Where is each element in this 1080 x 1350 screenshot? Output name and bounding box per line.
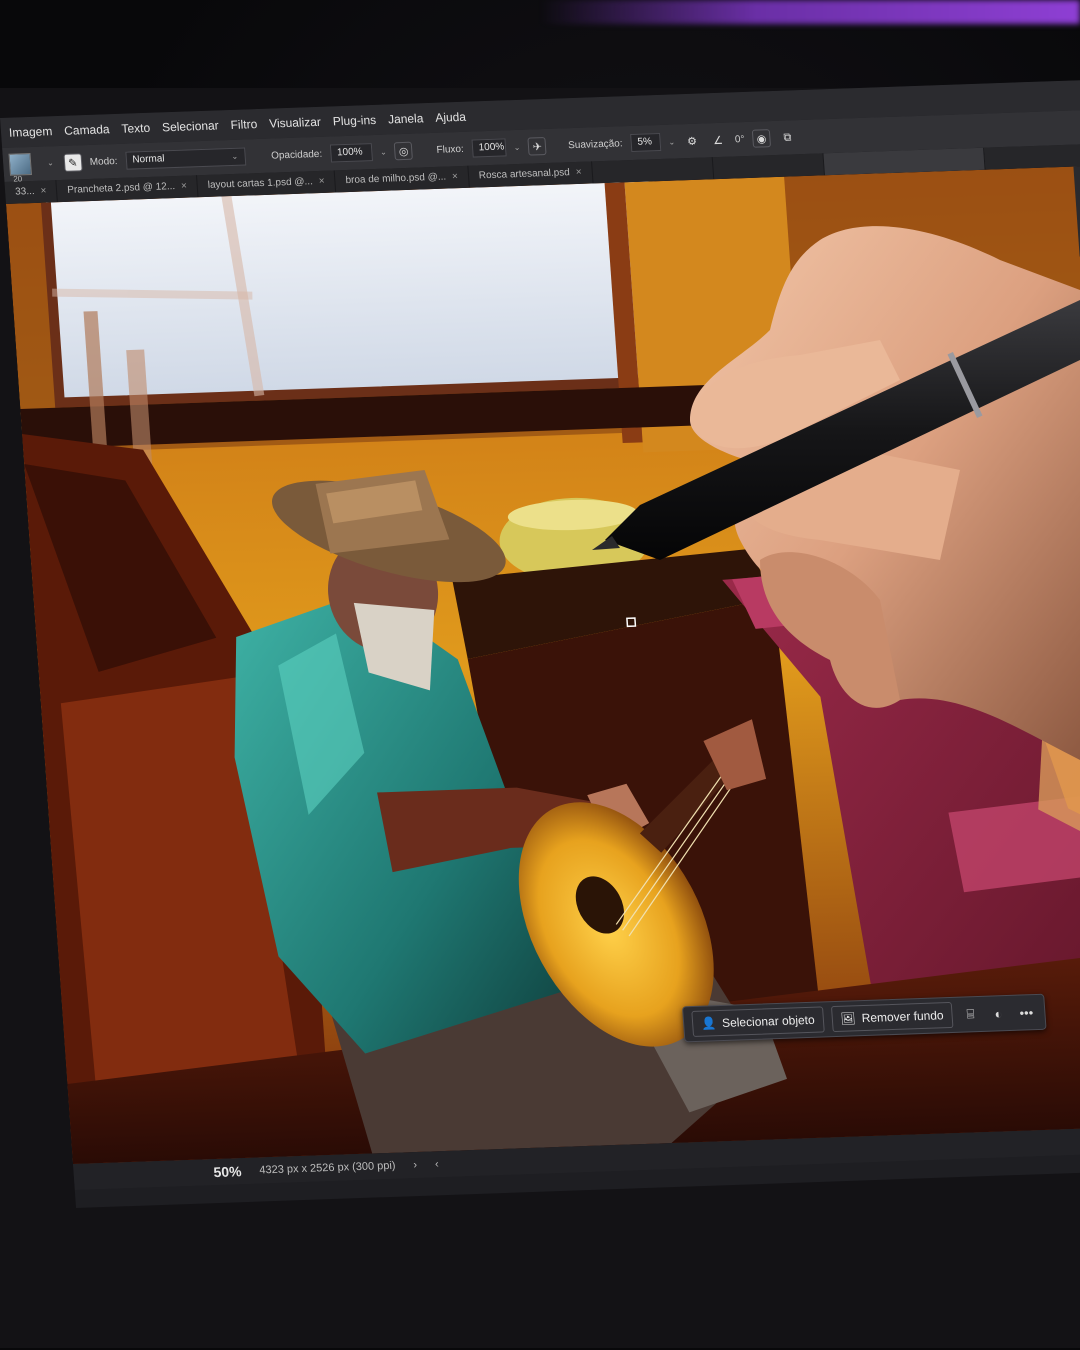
mode-dropdown[interactable]: Normal ⌄ <box>124 147 246 170</box>
brush-angle-button[interactable]: ∠ <box>708 131 727 150</box>
close-icon[interactable]: × <box>180 176 188 198</box>
pressure-opacity-icon: ◎ <box>398 145 409 158</box>
transform-icon[interactable]: ⌸ <box>960 1004 981 1025</box>
mask-icon[interactable]: ◐ <box>988 1003 1009 1024</box>
chevron-down-icon: ⌄ <box>231 151 239 162</box>
background-light <box>540 0 1080 24</box>
chevron-down-icon[interactable]: ⌄ <box>668 137 675 146</box>
brush-settings-button[interactable]: ✎ <box>63 153 83 172</box>
mode-label: Modo: <box>89 155 118 168</box>
chevron-down-icon[interactable]: ⌄ <box>380 147 387 156</box>
tab-document-1[interactable]: 33... × <box>4 180 59 204</box>
menu-texto[interactable]: Texto <box>121 121 151 136</box>
select-subject-label: Selecionar objeto <box>721 1012 816 1030</box>
close-icon[interactable]: × <box>451 166 459 188</box>
brush-preset-picker[interactable]: 20 <box>8 153 32 184</box>
more-options-button[interactable]: ••• <box>1016 1002 1037 1023</box>
chevron-left-icon[interactable]: ‹ <box>435 1158 440 1170</box>
close-icon[interactable]: × <box>575 162 582 184</box>
symmetry-icon: ⧉ <box>783 130 792 144</box>
tab-label: 33... <box>14 185 35 198</box>
airbrush-icon: ✈ <box>532 140 543 153</box>
pressure-size-icon: ◉ <box>756 132 767 146</box>
mode-value: Normal <box>132 153 165 166</box>
flow-label: Fluxo: <box>436 143 465 156</box>
menu-selecionar[interactable]: Selecionar <box>162 118 220 134</box>
opacity-value: 100% <box>336 146 363 159</box>
angle-icon: ∠ <box>712 134 724 147</box>
airbrush-button[interactable]: ✈ <box>527 136 547 156</box>
brush-preset-chevron[interactable]: ⌄ <box>39 154 57 173</box>
smoothing-field[interactable]: 5% <box>629 132 662 153</box>
remove-background-button[interactable]: 🖼 Remover fundo <box>830 1001 954 1033</box>
flow-value: 100% <box>478 141 505 154</box>
menu-camada[interactable]: Camada <box>64 122 110 138</box>
smoothing-value: 5% <box>637 136 653 148</box>
menu-imagem[interactable]: Imagem <box>9 124 53 140</box>
menu-filtro[interactable]: Filtro <box>230 117 258 132</box>
tablet-screen: Imagem Camada Texto Selecionar Filtro Vi… <box>0 78 1080 1208</box>
flow-field[interactable]: 100% <box>471 138 507 158</box>
close-icon[interactable]: × <box>40 181 47 203</box>
photo-scene: Imagem Camada Texto Selecionar Filtro Vi… <box>0 0 1080 1350</box>
chevron-down-icon[interactable]: ⌄ <box>513 142 520 151</box>
tab-label: Rosca artesanal.psd <box>478 167 571 182</box>
menu-plugins[interactable]: Plug-ins <box>332 113 376 129</box>
chevron-right-icon[interactable]: › <box>413 1159 418 1171</box>
menu-janela[interactable]: Janela <box>388 111 424 126</box>
smoothing-label: Suavização: <box>567 137 623 151</box>
select-subject-button[interactable]: 👤 Selecionar objeto <box>691 1006 825 1038</box>
gear-icon: ⚙ <box>686 135 698 148</box>
symmetry-button[interactable]: ⧉ <box>778 128 797 147</box>
opacity-label: Opacidade: <box>270 148 323 162</box>
person-icon: 👤 <box>700 1016 717 1031</box>
chevron-down-icon: ⌄ <box>46 158 55 168</box>
image-icon: 🖼 <box>840 1011 857 1026</box>
zoom-level[interactable]: 50% <box>213 1163 242 1180</box>
remove-background-label: Remover fundo <box>861 1008 945 1026</box>
brush-icon: ✎ <box>67 156 78 170</box>
menu-visualizar[interactable]: Visualizar <box>269 115 322 131</box>
pressure-opacity-button[interactable]: ◎ <box>394 141 414 161</box>
document-dimensions: 4323 px x 2526 px (300 ppi) <box>259 1159 396 1177</box>
opacity-field[interactable]: 100% <box>329 143 373 163</box>
brush-angle-value[interactable]: 0° <box>735 134 745 145</box>
pressure-size-button[interactable]: ◉ <box>751 129 772 148</box>
smoothing-settings-button[interactable]: ⚙ <box>682 132 701 151</box>
menu-ajuda[interactable]: Ajuda <box>435 110 467 125</box>
close-icon[interactable]: × <box>318 171 325 193</box>
